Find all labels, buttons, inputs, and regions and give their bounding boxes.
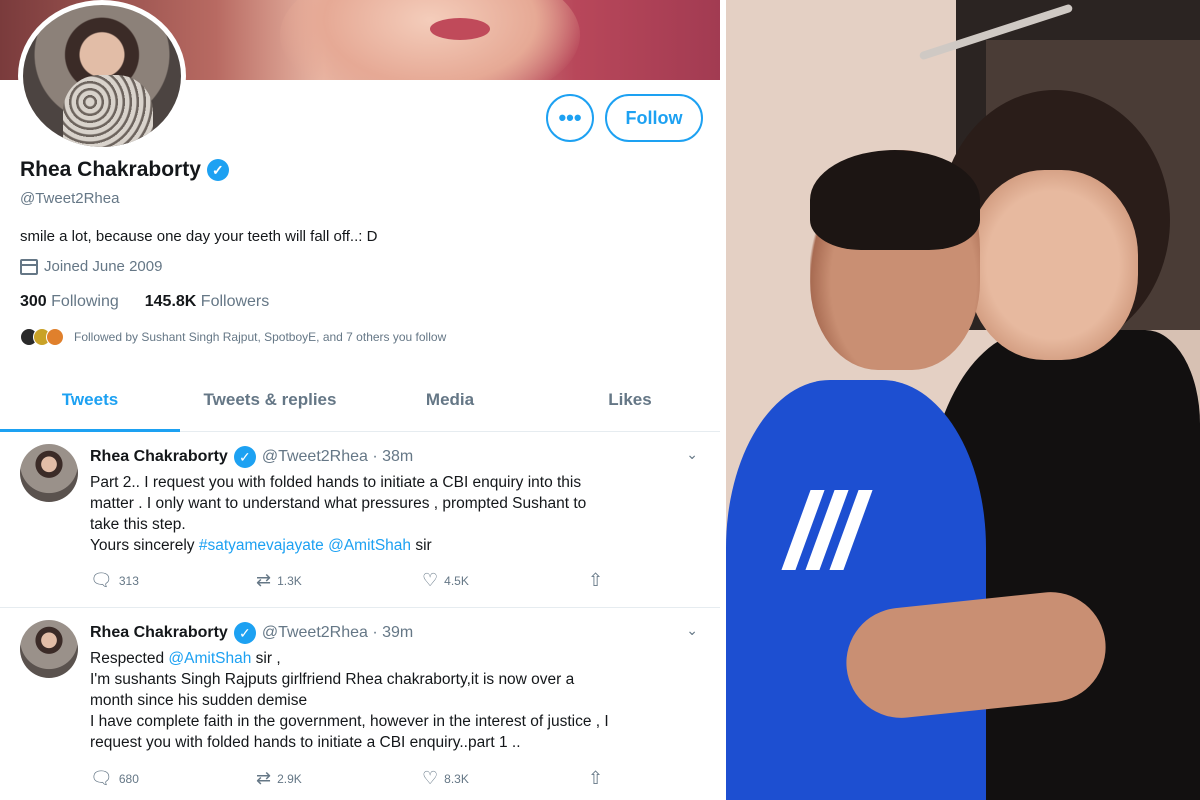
share-icon: ⇧ xyxy=(588,570,604,590)
profile-avatar[interactable] xyxy=(18,0,186,152)
tweet-text: Respected @AmitShah sir , I'm sushants S… xyxy=(90,648,690,753)
tweet-header: Rhea Chakraborty ✓ @Tweet2Rhea · 38m xyxy=(90,446,413,468)
share-button[interactable]: ⇧ xyxy=(588,570,726,591)
chevron-down-icon[interactable]: ⌄ xyxy=(686,446,698,463)
avatar-figure xyxy=(63,75,153,147)
following-stat[interactable]: 300 Following xyxy=(20,293,119,311)
tweet-line: month since his sudden demise xyxy=(90,692,308,709)
tweet-line: Part 2.. I request you with folded hands… xyxy=(90,474,582,491)
joined-date: Joined June 2009 xyxy=(20,258,162,275)
tweet-text: Part 2.. I request you with folded hands… xyxy=(90,472,690,556)
tweet-line: take this step. xyxy=(90,516,186,533)
tweet-line: I'm sushants Singh Rajputs girlfriend Rh… xyxy=(90,671,575,688)
following-count: 300 xyxy=(20,293,47,310)
tweet-line: Yours sincerely #satyamevajayate @AmitSh… xyxy=(90,535,690,556)
verified-badge-icon: ✓ xyxy=(233,622,256,644)
tweet-text-fragment: Respected xyxy=(90,650,169,667)
retweet-count: 2.9K xyxy=(277,771,302,786)
profile-name-text: Rhea Chakraborty xyxy=(20,158,201,181)
reply-icon: 🗨 xyxy=(90,768,113,788)
reply-button[interactable]: 🗨 313 xyxy=(90,570,256,591)
tweet-actions: 🗨 680 ⇄ 2.9K ♡ 8.3K ⇧ xyxy=(90,768,726,789)
profile-tabs: Tweets Tweets & replies Media Likes xyxy=(0,378,720,432)
tweet-author-name[interactable]: Rhea Chakraborty xyxy=(90,448,228,466)
banner-face xyxy=(280,0,580,80)
retweet-button[interactable]: ⇄ 1.3K xyxy=(256,570,422,591)
tweet-text-fragment: sir , xyxy=(251,650,281,667)
like-count: 8.3K xyxy=(444,771,469,786)
tab-tweets[interactable]: Tweets xyxy=(0,378,180,432)
heart-icon: ♡ xyxy=(422,570,439,590)
tweet[interactable]: Rhea Chakraborty ✓ @Tweet2Rhea · 39m ⌄ R… xyxy=(0,608,720,800)
tweet-text-fragment: sir xyxy=(411,537,432,554)
tweet-author-name[interactable]: Rhea Chakraborty xyxy=(90,624,228,642)
photo-woman-face xyxy=(968,170,1138,360)
joined-text: Joined June 2009 xyxy=(44,258,163,275)
verified-badge-icon: ✓ xyxy=(233,446,256,468)
heart-icon: ♡ xyxy=(422,768,439,788)
photo-shirt-stripes xyxy=(781,490,876,580)
banner-lips xyxy=(430,18,490,40)
mini-avatar xyxy=(46,328,64,346)
like-button[interactable]: ♡ 4.5K xyxy=(422,570,588,591)
chevron-down-icon[interactable]: ⌄ xyxy=(686,622,698,639)
retweet-button[interactable]: ⇄ 2.9K xyxy=(256,768,422,789)
followed-by-row[interactable]: Followed by Sushant Singh Rajput, Spotbo… xyxy=(20,328,446,346)
photo-man-body xyxy=(726,380,986,800)
tweet-line: Respected @AmitShah sir , xyxy=(90,648,690,669)
share-icon: ⇧ xyxy=(588,768,604,788)
photo-man-hair xyxy=(810,150,980,250)
more-options-button[interactable]: ••• xyxy=(546,94,594,142)
followers-label: Followers xyxy=(200,293,270,310)
profile-handle: @Tweet2Rhea xyxy=(20,190,120,207)
mention-link[interactable]: @AmitShah xyxy=(328,537,411,554)
tweet-line: I have complete faith in the government,… xyxy=(90,713,609,730)
tab-media[interactable]: Media xyxy=(360,378,540,431)
couple-photo xyxy=(726,0,1200,800)
tweet[interactable]: Rhea Chakraborty ✓ @Tweet2Rhea · 38m ⌄ P… xyxy=(0,432,720,608)
reply-button[interactable]: 🗨 680 xyxy=(90,768,256,789)
tweet-text-fragment: Yours sincerely xyxy=(90,537,199,554)
reply-count: 680 xyxy=(118,771,139,786)
profile-name: Rhea Chakraborty ✓ xyxy=(20,158,229,182)
retweet-icon: ⇄ xyxy=(256,570,272,590)
share-button[interactable]: ⇧ xyxy=(588,768,726,789)
tweet-line: matter . I only want to understand what … xyxy=(90,495,587,512)
followers-count: 145.8K xyxy=(144,293,197,310)
tweet-line: request you with folded hands to initiat… xyxy=(90,734,521,751)
like-count: 4.5K xyxy=(444,573,469,588)
tweet-meta: @Tweet2Rhea · 38m xyxy=(261,448,414,465)
retweet-count: 1.3K xyxy=(277,573,302,588)
twitter-profile-panel: ••• Follow Rhea Chakraborty ✓ @Tweet2Rhe… xyxy=(0,0,726,800)
reply-count: 313 xyxy=(118,573,139,588)
followed-by-text: Followed by Sushant Singh Rajput, Spotbo… xyxy=(74,330,447,344)
tab-tweets-replies[interactable]: Tweets & replies xyxy=(180,378,360,431)
tweet-header: Rhea Chakraborty ✓ @Tweet2Rhea · 39m xyxy=(90,622,413,644)
tweet-actions: 🗨 313 ⇄ 1.3K ♡ 4.5K ⇧ xyxy=(90,570,726,591)
profile-stats: 300 Following 145.8K Followers xyxy=(20,293,269,311)
tweet-avatar[interactable] xyxy=(20,444,78,502)
follow-button[interactable]: Follow xyxy=(605,94,703,142)
following-label: Following xyxy=(51,293,119,310)
tweet-meta: @Tweet2Rhea · 39m xyxy=(261,624,414,641)
verified-badge-icon: ✓ xyxy=(206,159,229,181)
tweet-avatar[interactable] xyxy=(20,620,78,678)
like-button[interactable]: ♡ 8.3K xyxy=(422,768,588,789)
hashtag-link[interactable]: #satyamevajayate xyxy=(199,537,324,554)
mention-link[interactable]: @AmitShah xyxy=(168,650,251,667)
profile-bio: smile a lot, because one day your teeth … xyxy=(20,228,378,245)
followed-by-avatars xyxy=(20,328,64,346)
followers-stat[interactable]: 145.8K Followers xyxy=(145,293,270,311)
retweet-icon: ⇄ xyxy=(256,768,272,788)
reply-icon: 🗨 xyxy=(90,570,113,590)
tab-likes[interactable]: Likes xyxy=(540,378,720,431)
calendar-icon xyxy=(20,258,38,275)
